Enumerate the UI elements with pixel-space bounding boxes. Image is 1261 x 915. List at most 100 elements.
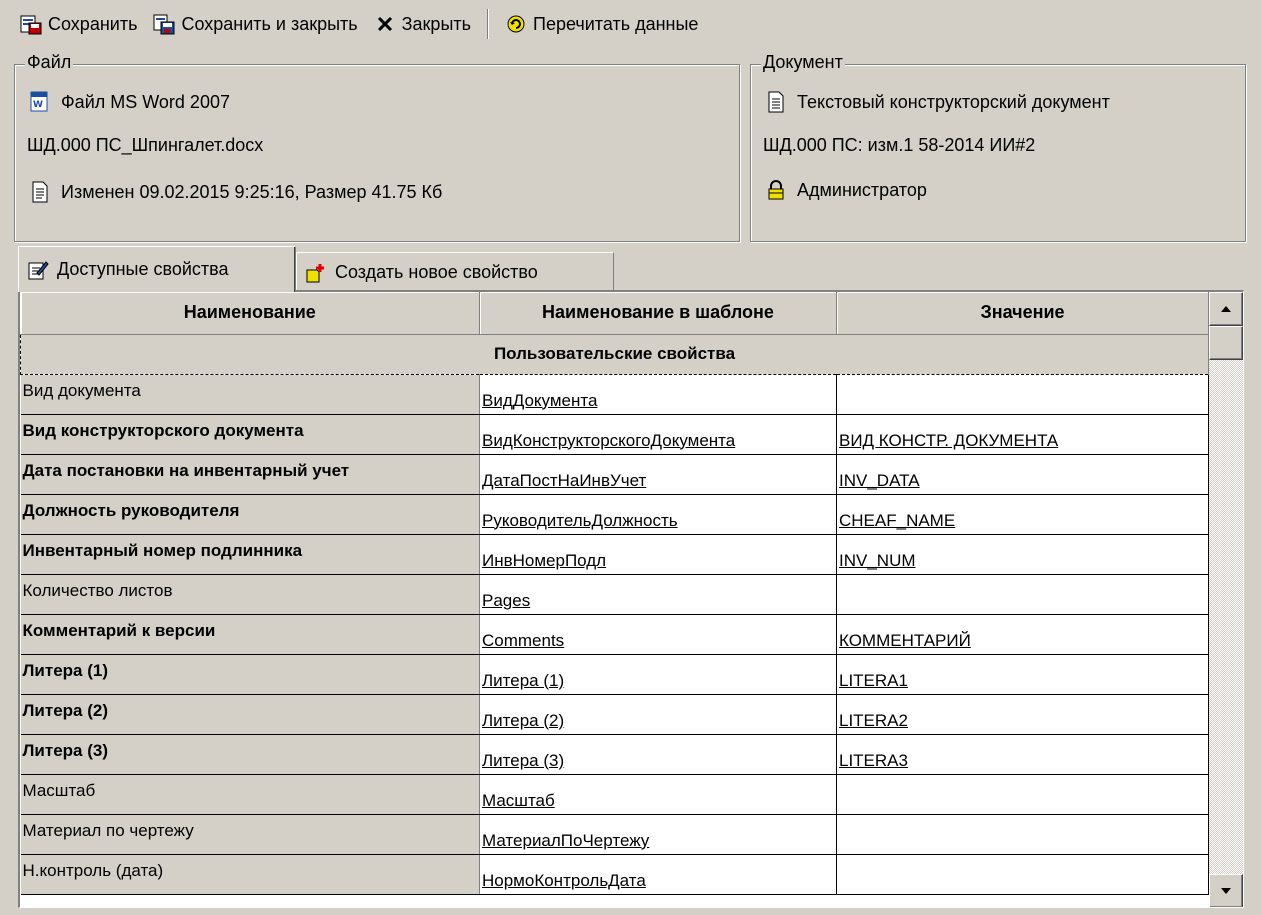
file-properties-icon: [29, 181, 51, 203]
property-name-cell[interactable]: Литера (1): [20, 654, 480, 695]
template-name-cell[interactable]: НормоКонтрольДата: [479, 854, 837, 895]
property-name-cell[interactable]: Количество листов: [20, 574, 480, 615]
toolbar: Сохранить Сохранить и закрыть Закрыть Пе…: [0, 0, 1261, 48]
reread-data-button[interactable]: Перечитать данные: [497, 6, 706, 42]
template-name-cell[interactable]: ДатаПостНаИнвУчет: [479, 454, 837, 495]
word-document-icon: W: [29, 91, 51, 113]
save-and-close-button[interactable]: Сохранить и закрыть: [145, 6, 365, 42]
table-row[interactable]: Вид конструкторского документа ВидКонстру…: [20, 414, 1209, 455]
property-name-cell[interactable]: Литера (2): [20, 694, 480, 735]
property-name-cell[interactable]: Масштаб: [20, 774, 480, 815]
tab-create-new-property[interactable]: Создать новое свойство: [296, 252, 614, 292]
table-row[interactable]: Литера (2) Литера (2) LITERA2: [20, 694, 1209, 735]
close-button[interactable]: Закрыть: [366, 6, 479, 42]
template-name-cell[interactable]: Литера (1): [479, 654, 837, 695]
property-value-cell[interactable]: [836, 574, 1209, 615]
property-value-cell[interactable]: CHEAF_NAME: [836, 494, 1209, 535]
reread-data-label: Перечитать данные: [533, 13, 699, 34]
column-header-name[interactable]: Наименование: [20, 292, 480, 335]
template-name-cell[interactable]: МатериалПоЧертежу: [479, 814, 837, 855]
property-value-cell[interactable]: [836, 774, 1209, 815]
save-and-close-label: Сохранить и закрыть: [181, 13, 358, 34]
table-row[interactable]: Н.контроль (дата) НормоКонтрольДата: [20, 854, 1209, 895]
file-type-label: Файл MS Word 2007: [61, 91, 230, 112]
table-row[interactable]: Дата постановки на инвентарный учет ДатаП…: [20, 454, 1209, 495]
file-name: ШД.000 ПС_Шпингалет.docx: [27, 135, 264, 155]
save-button[interactable]: Сохранить: [12, 6, 145, 42]
save-close-icon: [153, 13, 175, 35]
property-name-cell[interactable]: Материал по чертежу: [20, 814, 480, 855]
properties-table: Наименование Наименование в шаблоне Знач…: [20, 292, 1209, 895]
property-name-cell[interactable]: Н.контроль (дата): [20, 854, 480, 895]
scrollbar-thumb[interactable]: [1209, 326, 1243, 360]
table-row[interactable]: Литера (1) Литера (1) LITERA1: [20, 654, 1209, 695]
table-header-row: Наименование Наименование в шаблоне Знач…: [20, 292, 1209, 335]
text-document-icon: [765, 91, 787, 113]
document-type-label: Текстовый конструкторский документ: [797, 91, 1110, 112]
table-row[interactable]: Материал по чертежу МатериалПоЧертежу: [20, 814, 1209, 855]
save-label: Сохранить: [48, 13, 138, 34]
scroll-up-arrow-icon: [1221, 306, 1231, 312]
table-row[interactable]: Комментарий к версии Comments КОММЕНТАРИЙ: [20, 614, 1209, 655]
table-row[interactable]: Инвентарный номер подлинника ИнвНомерПодл…: [20, 534, 1209, 575]
template-name-cell[interactable]: Pages: [479, 574, 837, 615]
properties-grid: Наименование Наименование в шаблоне Знач…: [18, 290, 1244, 908]
tab-create-new-property-label: Создать новое свойство: [335, 262, 538, 282]
template-name-cell[interactable]: ВидКонструкторскогоДокумента: [479, 414, 837, 455]
refresh-icon: [505, 13, 527, 35]
tab-available-properties[interactable]: Доступные свойства: [18, 246, 296, 292]
close-icon: [374, 13, 396, 35]
property-value-cell[interactable]: КОММЕНТАРИЙ: [836, 614, 1209, 655]
template-name-cell[interactable]: Литера (2): [479, 694, 837, 735]
file-group-title: Файл: [25, 52, 74, 73]
template-name-cell[interactable]: ИнвНомерПодл: [479, 534, 837, 575]
vertical-scrollbar[interactable]: [1209, 292, 1243, 907]
document-group-title: Документ: [761, 52, 845, 73]
document-designation-row: ШД.000 ПС: изм.1 58-2014 ИИ#2: [763, 135, 1035, 156]
document-type-row: Текстовый конструкторский документ: [765, 91, 1110, 113]
property-name-cell[interactable]: Дата постановки на инвентарный учет: [20, 454, 480, 495]
table-row[interactable]: Масштаб Масштаб: [20, 774, 1209, 815]
new-property-icon: [305, 262, 327, 284]
save-icon: [20, 13, 42, 35]
properties-table-container: Наименование Наименование в шаблоне Знач…: [20, 292, 1209, 895]
document-owner-row: Администратор: [765, 179, 927, 201]
template-name-cell[interactable]: ВидДокумента: [479, 374, 837, 415]
template-name-cell[interactable]: РуководительДолжность: [479, 494, 837, 535]
property-value-cell[interactable]: INV_NUM: [836, 534, 1209, 575]
property-value-cell[interactable]: LITERA3: [836, 734, 1209, 775]
tab-available-properties-label: Доступные свойства: [57, 259, 229, 279]
property-value-cell[interactable]: LITERA1: [836, 654, 1209, 695]
property-value-cell[interactable]: INV_DATA: [836, 454, 1209, 495]
scroll-down-button[interactable]: [1209, 874, 1243, 907]
property-name-cell[interactable]: Должность руководителя: [20, 494, 480, 535]
template-name-cell[interactable]: Литера (3): [479, 734, 837, 775]
file-info-row: Изменен 09.02.2015 9:25:16, Размер 41.75…: [29, 181, 442, 203]
property-name-cell[interactable]: Вид документа: [20, 374, 480, 415]
scroll-down-arrow-icon: [1221, 888, 1231, 894]
table-row[interactable]: Количество листов Pages: [20, 574, 1209, 615]
property-name-cell[interactable]: Вид конструкторского документа: [20, 414, 480, 455]
property-name-cell[interactable]: Литера (3): [20, 734, 480, 775]
table-row[interactable]: Вид документа ВидДокумента: [20, 374, 1209, 415]
lock-icon: [765, 179, 787, 201]
property-name-cell[interactable]: Инвентарный номер подлинника: [20, 534, 480, 575]
edit-properties-icon: [27, 259, 49, 281]
property-value-cell[interactable]: LITERA2: [836, 694, 1209, 735]
property-value-cell[interactable]: [836, 374, 1209, 415]
template-name-cell[interactable]: Comments: [479, 614, 837, 655]
property-value-cell[interactable]: ВИД КОНСТР. ДОКУМЕНТА: [836, 414, 1209, 455]
svg-text:W: W: [33, 100, 43, 110]
property-name-cell[interactable]: Комментарий к версии: [20, 614, 480, 655]
column-header-value[interactable]: Значение: [836, 292, 1209, 335]
template-name-cell[interactable]: Масштаб: [479, 774, 837, 815]
table-row[interactable]: Литера (3) Литера (3) LITERA3: [20, 734, 1209, 775]
table-row[interactable]: Должность руководителя РуководительДолжно…: [20, 494, 1209, 535]
property-value-cell[interactable]: [836, 854, 1209, 895]
column-header-template-name[interactable]: Наименование в шаблоне: [479, 292, 837, 335]
close-label: Закрыть: [401, 13, 471, 34]
property-value-cell[interactable]: [836, 814, 1209, 855]
file-info: Изменен 09.02.2015 9:25:16, Размер 41.75…: [61, 181, 443, 202]
group-row-user-properties[interactable]: Пользовательские свойства: [20, 333, 1209, 375]
scroll-up-button[interactable]: [1209, 292, 1243, 326]
